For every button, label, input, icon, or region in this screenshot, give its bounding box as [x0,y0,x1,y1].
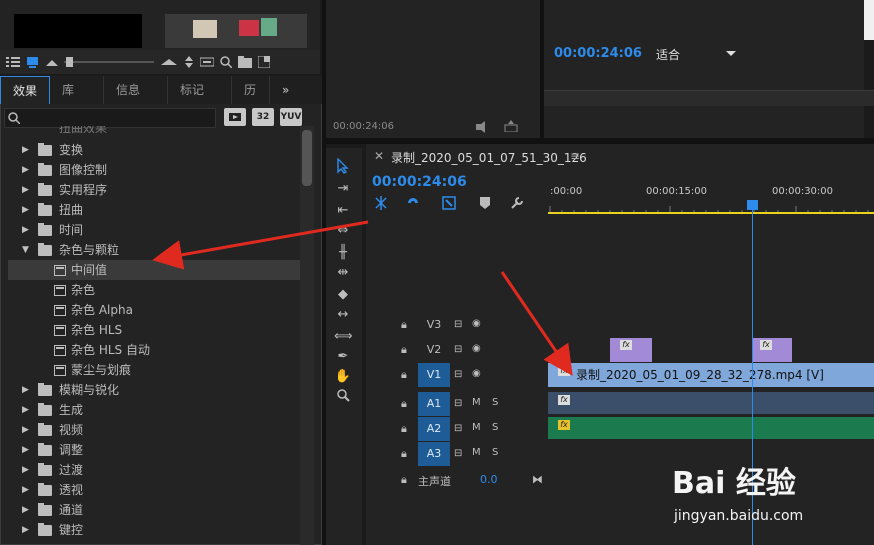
watermark-url: jingyan.baidu.com [674,508,804,524]
premiere-window: 效果 库 信息 标记 历 » 32 YUV 扭曲效果 ▶ 变换 ▶ 图像控制 ▶ 实用… [0,0,874,545]
baidu-watermark: Bai 经验 jingyan.baidu.com [672,450,872,545]
watermark-brand: Bai 经验 [672,466,796,501]
